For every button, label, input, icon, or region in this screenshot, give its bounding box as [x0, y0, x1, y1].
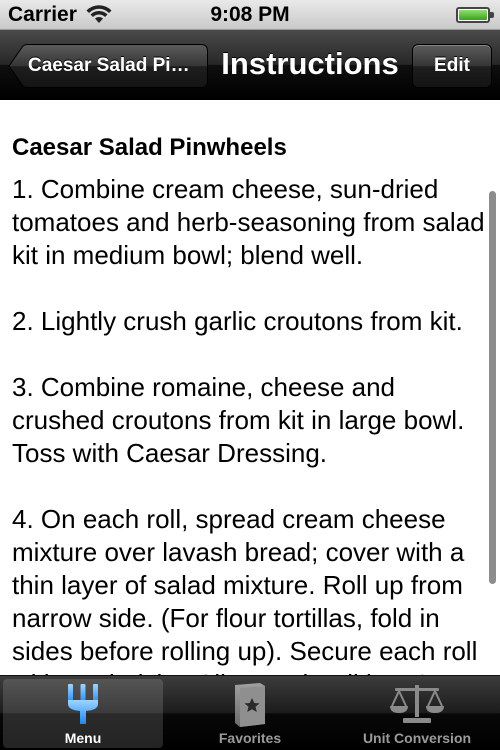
instruction-step: 3. Combine romaine, cheese and crushed c… [12, 372, 465, 468]
scale-icon [390, 685, 444, 723]
favorites-book-icon [235, 683, 265, 727]
instruction-step: 2. Lightly crush garlic croutons from ki… [12, 306, 463, 336]
tab-menu[interactable]: Menu [0, 676, 166, 750]
edit-button[interactable]: Edit [412, 44, 492, 88]
instruction-step: 1. Combine cream cheese, sun-dried tomat… [12, 174, 485, 270]
status-bar: Carrier 9:08 PM [0, 0, 500, 30]
tab-bar: Menu Favorites Unit Conversion [0, 675, 500, 750]
tab-favorites-label: Favorites [218, 730, 282, 746]
navigation-bar: Caesar Salad Pinwheels Instructions Edit [0, 30, 500, 100]
back-button[interactable]: Caesar Salad Pinwheels [8, 44, 208, 88]
battery-icon [456, 7, 494, 23]
tab-unit-conversion[interactable]: Unit Conversion [334, 676, 500, 750]
instructions-scroll-view[interactable]: Caesar Salad Pinwheels 1. Combine cream … [0, 100, 500, 675]
tab-menu-label: Menu [64, 730, 102, 746]
page-title: Instructions [221, 46, 399, 81]
tab-unit-conversion-label: Unit Conversion [362, 730, 472, 746]
instructions-text: 1. Combine cream cheese, sun-dried tomat… [12, 173, 487, 675]
status-time: 9:08 PM [210, 3, 290, 26]
tab-favorites[interactable]: Favorites [167, 676, 333, 750]
fork-icon [68, 684, 98, 724]
back-button-label: Caesar Salad Pinwheels [28, 55, 198, 76]
instruction-step: 4. On each roll, spread cream cheese mix… [12, 504, 478, 675]
recipe-title: Caesar Salad Pinwheels [12, 134, 287, 161]
scroll-indicator [489, 191, 496, 584]
